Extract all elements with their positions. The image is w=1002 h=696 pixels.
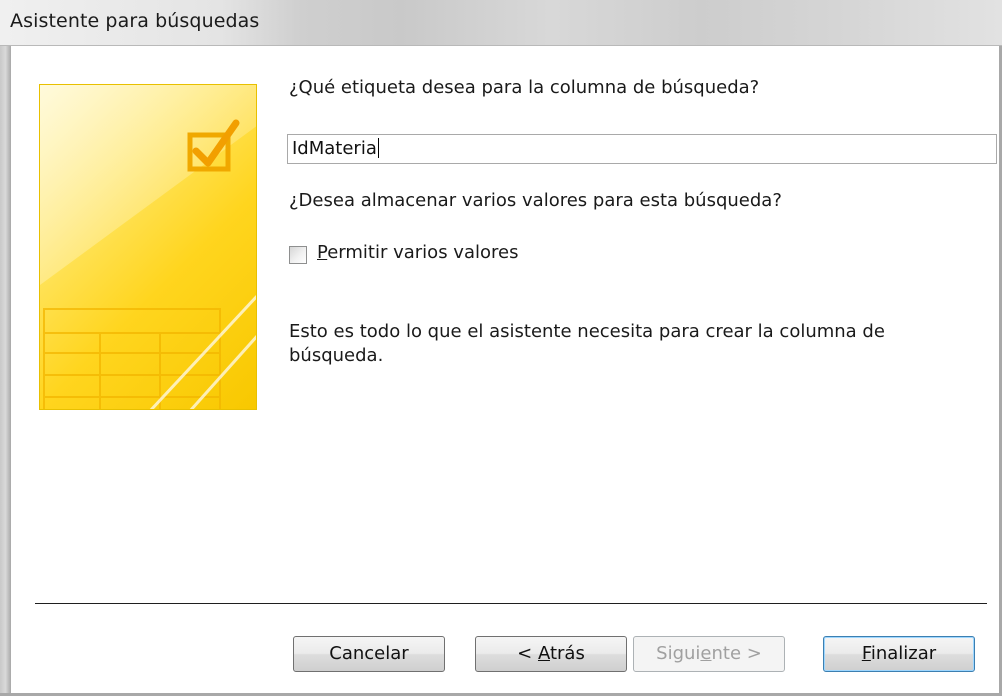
accelerator-key: A	[537, 643, 550, 664]
title-bar[interactable]: Asistente para búsquedas	[0, 0, 1002, 46]
window-frame-left	[0, 46, 11, 696]
button-separator	[35, 603, 987, 604]
label-question: ¿Qué etiqueta desea para la columna de b…	[289, 77, 760, 98]
accelerator-key: e	[700, 643, 712, 664]
next-label-rest: nte >	[711, 643, 762, 664]
allow-multiple-values-label[interactable]: Permitir varios valores	[317, 242, 518, 263]
text-caret	[377, 138, 379, 158]
back-prefix: <	[517, 643, 538, 664]
back-label-rest: trás	[549, 643, 585, 664]
completion-info-text: Esto es todo lo que el asistente necesit…	[289, 321, 885, 366]
checkbox-unchecked-icon[interactable]	[289, 246, 307, 264]
next-button[interactable]: Siguiente >	[633, 636, 785, 672]
accelerator-key: P	[317, 242, 328, 263]
next-prefix: Sigui	[656, 643, 701, 664]
multi-values-question: ¿Desea almacenar varios valores para est…	[289, 190, 782, 211]
lookup-wizard-window: Asistente para búsquedas ¿Qué etiqueta d…	[0, 0, 1002, 696]
finish-label-rest: inalizar	[870, 643, 937, 664]
wizard-client-area: ¿Qué etiqueta desea para la columna de b…	[11, 46, 999, 693]
back-button[interactable]: < Atrás	[475, 636, 627, 672]
lookup-label-input[interactable]: IdMateria	[287, 134, 997, 164]
wizard-table-checkmark-art-icon	[39, 84, 257, 410]
finish-button[interactable]: Finalizar	[823, 636, 975, 672]
checkbox-label-text: ermitir varios valores	[327, 242, 519, 263]
lookup-label-value: IdMateria	[292, 138, 377, 159]
cancel-button[interactable]: Cancelar	[293, 636, 445, 672]
accelerator-key: F	[861, 643, 871, 664]
window-title: Asistente para búsquedas	[10, 10, 260, 32]
